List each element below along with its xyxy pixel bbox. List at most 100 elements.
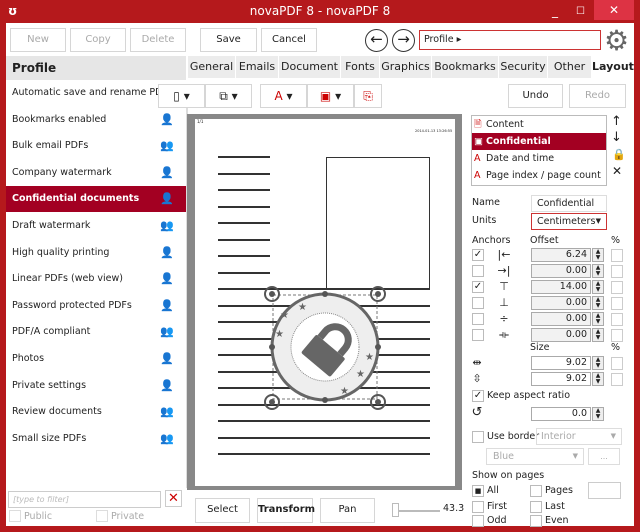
undo-button[interactable]: Undo <box>508 84 563 108</box>
select-mode-button[interactable]: Select <box>195 498 250 523</box>
private-checkbox[interactable] <box>96 510 108 522</box>
new-button[interactable]: New <box>10 28 66 52</box>
sidebar-item[interactable]: Password protected PDFs 👤 <box>6 293 186 319</box>
offset-spinner[interactable]: ▲ ▼ <box>592 312 604 326</box>
delete-button[interactable]: Delete <box>130 28 186 52</box>
rotation-spinner[interactable]: ▲ ▼ <box>592 407 604 421</box>
tab-layout[interactable]: Layout <box>592 56 634 78</box>
transform-mode-button[interactable]: Transform <box>257 498 315 523</box>
offset-spinner[interactable]: ▲ ▼ <box>592 264 604 278</box>
tab-other[interactable]: Other <box>548 56 592 78</box>
content-list-item[interactable]: A Page index / page count <box>472 167 606 184</box>
sidebar-item[interactable]: Photos 👤 <box>6 346 186 372</box>
redo-button[interactable]: Redo <box>569 84 626 108</box>
keep-aspect-checkbox[interactable]: ✓ <box>472 390 484 402</box>
page-copy-button[interactable]: ⧉ ▾ <box>205 84 252 108</box>
gear-icon[interactable]: ⚙ <box>604 24 629 57</box>
pages-input[interactable] <box>588 482 621 499</box>
even-pages-checkbox[interactable] <box>530 515 542 527</box>
tab-fonts[interactable]: Fonts <box>341 56 380 78</box>
border-type-select[interactable]: Interior ▼ <box>536 428 622 445</box>
offset-percent-checkbox[interactable] <box>611 265 623 278</box>
content-list-item[interactable]: A Date and time <box>472 150 606 167</box>
offset-input[interactable]: 0.00 <box>531 296 591 310</box>
back-button[interactable]: ← <box>365 29 388 52</box>
lock-item-icon[interactable]: 🔒 <box>612 148 626 161</box>
all-pages-radio[interactable]: ■ <box>472 485 484 497</box>
offset-spinner[interactable]: ▲ ▼ <box>592 248 604 262</box>
sidebar-item[interactable]: Small size PDFs 👥 <box>6 426 186 452</box>
maximize-button[interactable]: ☐ <box>576 0 585 23</box>
anchor-checkbox[interactable] <box>472 313 484 325</box>
delete-item-icon[interactable]: ✕ <box>612 164 622 178</box>
tab-general[interactable]: General <box>188 56 236 78</box>
sidebar-item[interactable]: Review documents 👥 <box>6 399 186 425</box>
sidebar-item[interactable]: Company watermark 👤 <box>6 160 186 186</box>
copy-button[interactable]: Copy <box>70 28 126 52</box>
offset-input[interactable]: 0.00 <box>531 328 591 342</box>
height-spinner[interactable]: ▲ ▼ <box>592 372 604 386</box>
content-list-item[interactable]: 🗎 Content <box>472 116 606 133</box>
border-color-select[interactable]: Blue ▼ <box>486 448 584 465</box>
breadcrumb-profile[interactable]: Profile <box>424 34 454 45</box>
units-select[interactable]: Centimeters ▼ <box>531 213 607 230</box>
tab-document[interactable]: Document <box>279 56 341 78</box>
anchor-checkbox[interactable] <box>472 329 484 341</box>
add-image-button[interactable]: ▣ ▾ <box>307 84 354 108</box>
sidebar-item[interactable]: Bulk email PDFs 👥 <box>6 133 186 159</box>
first-page-checkbox[interactable] <box>472 501 484 513</box>
anchor-checkbox[interactable]: ✓ <box>472 249 484 261</box>
save-button[interactable]: Save <box>200 28 257 52</box>
tab-security[interactable]: Security <box>499 56 548 78</box>
pan-mode-button[interactable]: Pan <box>320 498 375 523</box>
offset-spinner[interactable]: ▲ ▼ <box>592 296 604 310</box>
tab-graphics[interactable]: Graphics <box>380 56 432 78</box>
offset-spinner[interactable]: ▲ ▼ <box>592 328 604 342</box>
minimize-button[interactable]: _ <box>552 0 558 23</box>
width-spinner[interactable]: ▲ ▼ <box>592 356 604 370</box>
offset-percent-checkbox[interactable] <box>611 281 623 294</box>
sidebar-item[interactable]: Bookmarks enabled 👤 <box>6 107 186 133</box>
sidebar-item[interactable]: Private settings 👤 <box>6 373 186 399</box>
forward-button[interactable]: → <box>392 29 415 52</box>
offset-percent-checkbox[interactable] <box>611 249 623 262</box>
sidebar-item[interactable]: Confidential documents 👤 <box>6 186 186 213</box>
pages-checkbox[interactable] <box>530 485 542 497</box>
sidebar-item[interactable]: High quality printing 👤 <box>6 240 186 266</box>
close-button[interactable]: ✕ <box>594 0 634 20</box>
rotation-input[interactable]: 0.0 <box>531 407 591 421</box>
move-down-icon[interactable]: ↓ <box>611 130 622 145</box>
width-input[interactable]: 9.02 <box>531 356 591 370</box>
height-percent-checkbox[interactable] <box>611 373 623 386</box>
sidebar-item[interactable]: Linear PDFs (web view) 👤 <box>6 266 186 292</box>
anchor-checkbox[interactable]: ✓ <box>472 281 484 293</box>
zoom-slider-thumb[interactable] <box>392 503 400 517</box>
offset-input[interactable]: 14.00 <box>531 280 591 294</box>
add-text-button[interactable]: A ▾ <box>260 84 307 108</box>
anchor-checkbox[interactable] <box>472 297 484 309</box>
last-page-checkbox[interactable] <box>530 501 542 513</box>
content-list-item[interactable]: ▣ Confidential <box>472 133 606 150</box>
anchor-checkbox[interactable] <box>472 265 484 277</box>
offset-percent-checkbox[interactable] <box>611 313 623 326</box>
offset-spinner[interactable]: ▲ ▼ <box>592 280 604 294</box>
height-input[interactable]: 9.02 <box>531 372 591 386</box>
add-pdf-button[interactable]: ⎘ <box>354 84 382 108</box>
offset-input[interactable]: 6.24 <box>531 248 591 262</box>
sidebar-item[interactable]: Draft watermark 👥 <box>6 213 186 239</box>
filter-input[interactable]: [type to filter] <box>8 491 161 508</box>
offset-percent-checkbox[interactable] <box>611 329 623 342</box>
odd-pages-checkbox[interactable] <box>472 515 484 527</box>
confidential-stamp[interactable]: ★★★★★★ <box>260 282 390 412</box>
use-border-checkbox[interactable] <box>472 431 484 443</box>
page-size-button[interactable]: ▯ ▾ <box>158 84 205 108</box>
clear-filter-icon[interactable]: ✕ <box>165 490 182 507</box>
sidebar-item[interactable]: PDF/A compliant 👥 <box>6 319 186 345</box>
offset-input[interactable]: 0.00 <box>531 312 591 326</box>
zoom-slider[interactable] <box>392 510 440 512</box>
cancel-button[interactable]: Cancel <box>261 28 317 52</box>
tab-bookmarks[interactable]: Bookmarks <box>432 56 499 78</box>
offset-input[interactable]: 0.00 <box>531 264 591 278</box>
move-up-icon[interactable]: ↑ <box>611 114 622 129</box>
tab-emails[interactable]: Emails <box>236 56 279 78</box>
